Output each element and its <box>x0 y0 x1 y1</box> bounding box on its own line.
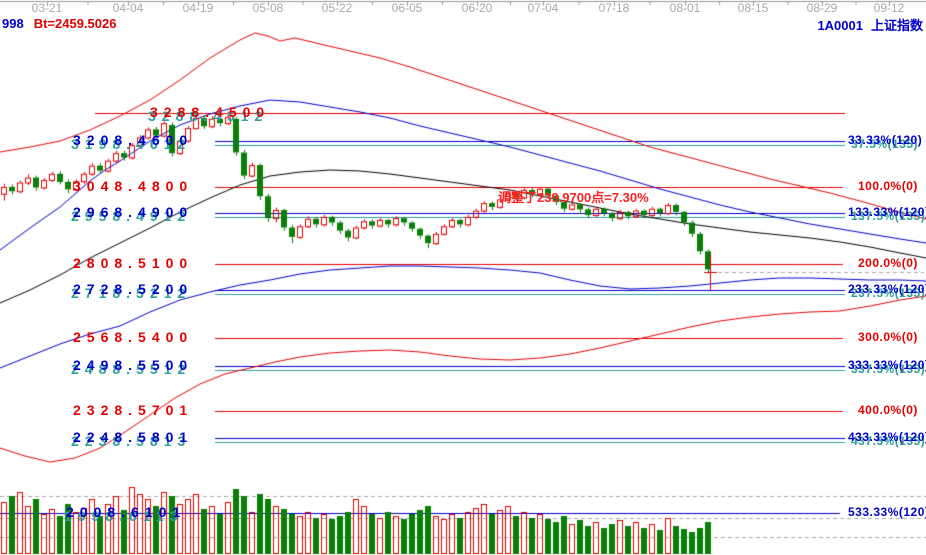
percent-level-label: 233.33%(120) <box>848 282 926 296</box>
percent-level-label: 400.0%(0) <box>858 403 918 417</box>
percent-level-label: 533.33%(120) <box>848 505 926 519</box>
date-label: 07-04 <box>527 1 559 15</box>
price-level-label: 2328.5701 <box>73 402 194 418</box>
date-label: 05-08 <box>252 1 284 15</box>
date-label: 05-22 <box>321 1 353 15</box>
percent-level-label: 133.33%(120) <box>848 205 926 219</box>
symbol-name: 上证指数 <box>870 18 923 33</box>
date-label: 06-05 <box>391 1 423 15</box>
price-level-label: 3208.4600 <box>73 132 194 148</box>
symbol-title: 1A0001 上证指数 <box>817 15 923 34</box>
date-label: 04-19 <box>182 1 214 15</box>
price-level-label: 3288.4500 <box>150 104 271 120</box>
date-label: 07-18 <box>598 1 630 15</box>
percent-level-label: 433.33%(120) <box>848 430 926 444</box>
price-level-label: 2568.5400 <box>73 329 194 345</box>
percent-level-label: 100.0%(0) <box>858 179 918 193</box>
percent-level-label: 300.0%(0) <box>858 330 918 344</box>
date-label: 08-01 <box>669 1 701 15</box>
date-label: 09-12 <box>873 1 905 15</box>
candlestick-chart-canvas[interactable] <box>0 0 926 555</box>
percent-level-label: 200.0%(0) <box>858 256 918 270</box>
price-level-label: 2808.5100 <box>73 255 194 271</box>
stock-chart-app: 998 Bt=2459.5026 1A0001 上证指数 调整了239.9700点=… <box>0 0 926 555</box>
indicator-value: Bt=2459.5026 <box>33 16 117 31</box>
price-level-label: 2728.5200 <box>73 281 194 297</box>
price-level-label: 2968.4900 <box>73 204 194 220</box>
date-label: 03-21 <box>31 1 63 15</box>
drawdown-annotation: 调整了239.9700点=7.30% <box>498 190 649 205</box>
indicator-readout: 998 Bt=2459.5026 <box>2 16 116 31</box>
price-level-label: 3048.4800 <box>73 178 194 194</box>
date-label: 06-20 <box>461 1 493 15</box>
percent-level-label: 333.33%(120) <box>848 358 926 372</box>
date-label: 08-15 <box>737 1 769 15</box>
date-label: 04-04 <box>112 1 144 15</box>
price-level-label: 2248.5801 <box>73 429 194 445</box>
percent-level-label: 33.33%(120) <box>848 133 923 147</box>
symbol-code: 1A0001 <box>817 18 863 33</box>
price-level-label: 2008.6101 <box>66 504 187 520</box>
price-level-label: 2498.5500 <box>73 357 194 373</box>
date-label: 08-29 <box>806 1 838 15</box>
indicator-code: 998 <box>2 16 24 31</box>
